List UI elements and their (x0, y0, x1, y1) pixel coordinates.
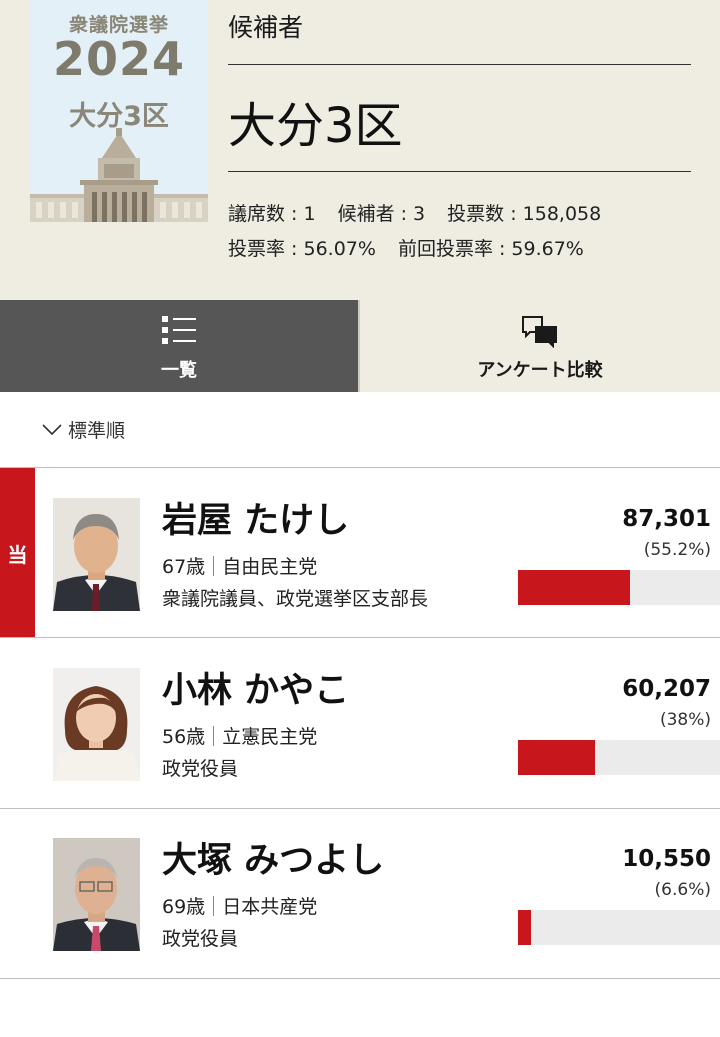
candidate-age: 67歳 (162, 556, 206, 578)
candidate-name[interactable]: 小林 かやこ (162, 662, 349, 713)
stats-row-1: 議席数 : 1 候補者 : 3 投票数 : 158,058 (228, 199, 623, 226)
candidate-role: 衆議院議員、政党選挙区支部長 (162, 588, 429, 610)
view-tabs: 一覧 アンケート比較 (0, 300, 720, 392)
vote-share-bar (518, 740, 720, 775)
vote-percent: (38%) (659, 710, 711, 730)
vote-share-fill (518, 740, 595, 775)
tab-list[interactable]: 一覧 (0, 300, 358, 392)
sort-label: 標準順 (68, 420, 126, 442)
emblem-year: 2024 (52, 32, 186, 86)
sort-dropdown[interactable]: 標準順 (42, 416, 125, 443)
elected-badge: 当 (0, 468, 35, 638)
vote-percent: (55.2%) (643, 540, 711, 560)
meta-separator (213, 896, 215, 916)
page-title: 大分3区 (228, 98, 403, 154)
chevron-down-icon (42, 423, 62, 435)
candidate-meta: 67歳 自由民主党 (162, 552, 317, 579)
header-divider (228, 64, 691, 65)
diet-building-icon (30, 128, 208, 222)
candidate-role: 政党役員 (162, 758, 239, 780)
vote-share-fill (518, 910, 532, 945)
candidate-meta: 56歳 立憲民主党 (162, 722, 317, 749)
compare-icon (522, 316, 557, 348)
vote-count: 87,301 (622, 506, 711, 532)
candidate-age: 56歳 (162, 726, 206, 748)
header-divider (228, 171, 691, 172)
vote-share-bar (518, 570, 720, 605)
vote-count: 10,550 (622, 846, 711, 872)
district-header: 衆議院選挙 2024 大分3区 候補者 大分3区 議席数 : 1 候補者 : 3 投… (0, 0, 720, 300)
candidate-row[interactable]: 大塚 みつよし 69歳 日本共産党 政党役員 10,550 (6.6%) (0, 808, 720, 978)
prev-turnout-stat: 前回投票率 : 59.67% (397, 238, 584, 260)
tab-compare-label: アンケート比較 (477, 360, 603, 381)
candidate-party: 自由民主党 (222, 556, 318, 578)
candidate-age: 69歳 (162, 896, 206, 918)
candidate-photo (53, 838, 140, 951)
candidate-row[interactable]: 当 岩屋 たけし 67歳 自由民主党 衆議院議員、政党選挙区支部長 87,301 … (0, 468, 720, 638)
candidate-photo (53, 498, 140, 611)
candidate-meta: 69歳 日本共産党 (162, 892, 317, 919)
candidate-photo (53, 668, 140, 781)
stats-row-2: 投票率 : 56.07% 前回投票率 : 59.67% (228, 234, 606, 261)
votes-stat: 投票数 : 158,058 (447, 203, 602, 225)
vote-percent: (6.6%) (654, 880, 711, 900)
candidate-name[interactable]: 大塚 みつよし (162, 832, 384, 883)
tab-survey-compare[interactable]: アンケート比較 (358, 300, 720, 392)
candidate-party: 日本共産党 (222, 896, 318, 918)
candidate-name[interactable]: 岩屋 たけし (162, 492, 349, 543)
seats-stat: 議席数 : 1 (228, 203, 316, 225)
meta-separator (213, 556, 215, 576)
turnout-stat: 投票率 : 56.07% (228, 238, 376, 260)
vote-share-fill (518, 570, 630, 605)
vote-count: 60,207 (622, 676, 711, 702)
list-icon (162, 316, 196, 344)
candidate-party: 立憲民主党 (222, 726, 318, 748)
candidate-role: 政党役員 (162, 928, 239, 950)
meta-separator (213, 726, 215, 746)
tab-list-label: 一覧 (161, 360, 197, 381)
list-divider (0, 978, 720, 979)
vote-share-bar (518, 910, 720, 945)
section-label: 候補者 (228, 13, 304, 42)
election-emblem: 衆議院選挙 2024 大分3区 (30, 0, 208, 222)
candidates-stat: 候補者 : 3 (337, 203, 426, 225)
candidate-row[interactable]: 小林 かやこ 56歳 立憲民主党 政党役員 60,207 (38%) (0, 638, 720, 808)
